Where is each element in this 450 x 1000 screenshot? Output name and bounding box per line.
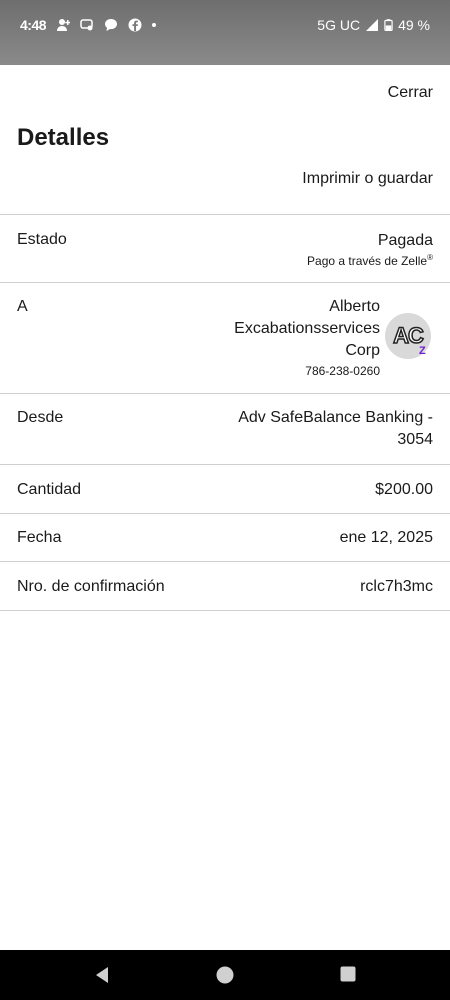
system-nav-bar bbox=[0, 950, 450, 1000]
signal-icon bbox=[366, 19, 379, 31]
battery-level: 49 % bbox=[398, 17, 430, 33]
confirmation-label: Nro. de confirmación bbox=[17, 578, 165, 595]
facebook-icon bbox=[128, 18, 142, 32]
from-label: Desde bbox=[17, 409, 64, 426]
status-bar: 4:48 5G UC 49 % bbox=[0, 0, 450, 65]
date-label: Fecha bbox=[17, 529, 62, 546]
battery-icon bbox=[384, 19, 393, 31]
network-label: 5G UC bbox=[317, 17, 361, 33]
message-icon bbox=[105, 19, 118, 31]
registered-mark: ® bbox=[427, 253, 433, 262]
from-account-line: Adv SafeBalance Banking - bbox=[238, 409, 433, 426]
status-label: Estado bbox=[17, 231, 67, 248]
from-account: Adv SafeBalance Banking - 3054 bbox=[238, 407, 433, 451]
confirmation-value: rclc7h3mc bbox=[360, 578, 433, 595]
recipient-name-line: Alberto bbox=[329, 298, 380, 315]
amount-value: $200.00 bbox=[375, 481, 433, 498]
recipient-name-line: Excabationsservices bbox=[234, 320, 380, 337]
status-time: 4:48 bbox=[20, 17, 47, 33]
payment-method-text: Pago a través de Zelle bbox=[307, 254, 428, 268]
close-button[interactable]: Cerrar bbox=[388, 84, 433, 102]
recipient-name-line: Corp bbox=[345, 342, 380, 359]
recipient-label: A bbox=[17, 298, 28, 315]
amount-label: Cantidad bbox=[17, 481, 82, 498]
from-account-line: 3054 bbox=[397, 431, 433, 448]
dot-icon bbox=[152, 23, 157, 27]
divider bbox=[0, 610, 450, 611]
divider bbox=[0, 393, 450, 394]
recipient-name: Alberto Excabationsservices Corp bbox=[234, 296, 380, 362]
divider bbox=[0, 464, 450, 465]
chat-bubble-icon bbox=[80, 19, 93, 31]
home-icon[interactable] bbox=[216, 966, 234, 984]
page-title: Detalles bbox=[17, 124, 110, 151]
divider bbox=[0, 561, 450, 562]
divider bbox=[0, 214, 450, 215]
person-add-icon bbox=[57, 19, 71, 31]
divider bbox=[0, 282, 450, 283]
back-icon[interactable] bbox=[94, 966, 110, 984]
date-value: ene 12, 2025 bbox=[339, 529, 433, 546]
recents-icon[interactable] bbox=[340, 966, 356, 982]
divider bbox=[0, 513, 450, 514]
status-value: Pagada bbox=[377, 232, 433, 249]
recipient-phone: 786-238-0260 bbox=[305, 364, 380, 378]
payment-method-note: Pago a través de Zelle® bbox=[307, 253, 433, 268]
print-or-save-button[interactable]: Imprimir o guardar bbox=[302, 170, 433, 188]
zelle-badge-icon: Z bbox=[419, 345, 426, 357]
